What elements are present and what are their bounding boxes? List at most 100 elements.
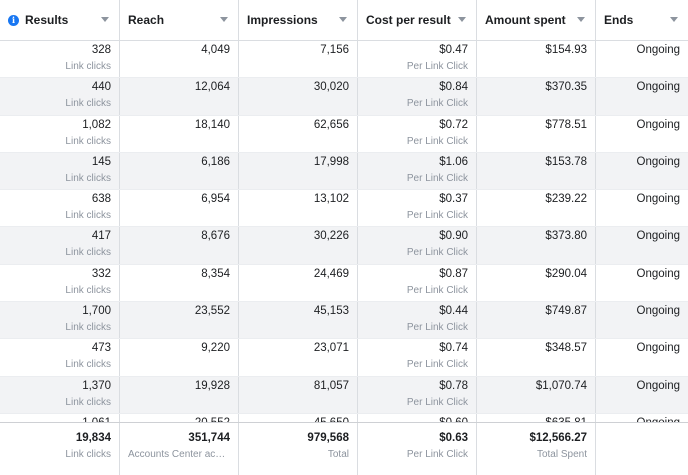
cell-results: 328 Link clicks xyxy=(0,41,120,78)
cell-reach: 8,676 xyxy=(120,227,239,264)
total-impressions-value: 979,568 xyxy=(307,432,349,444)
cell-results: 332 Link clicks xyxy=(0,264,120,302)
total-results-value: 19,834 xyxy=(75,432,111,444)
cell-amount-spent: $749.87 xyxy=(477,302,596,339)
chevron-down-icon[interactable] xyxy=(577,17,585,22)
chevron-down-icon[interactable] xyxy=(458,17,466,22)
cell-cost-per-result-value: $0.78 xyxy=(439,379,468,392)
cell-results-label: Link clicks xyxy=(65,135,111,147)
table-row[interactable]: 1,370 Link clicks 19,928 81,057 $0.78 Per Lin… xyxy=(0,376,688,414)
cell-amount-spent-value: $239.22 xyxy=(545,193,587,206)
cell-reach: 6,186 xyxy=(120,152,239,190)
chevron-down-icon[interactable] xyxy=(101,17,109,22)
cell-ends-value: Ongoing xyxy=(636,118,680,131)
cell-ends-value: Ongoing xyxy=(636,81,680,94)
table-row[interactable]: 1,082 Link clicks 18,140 62,656 $0.72 Per Lin… xyxy=(0,115,688,153)
cell-cost-per-result-label: Per Link Click xyxy=(406,322,468,334)
cell-impressions-value: 17,998 xyxy=(313,155,349,168)
cell-results-label: Link clicks xyxy=(65,61,111,72)
cell-impressions-value: 23,071 xyxy=(313,342,349,355)
cell-reach-value: 19,928 xyxy=(194,379,230,392)
cell-amount-spent: $373.80 xyxy=(477,227,596,264)
cell-ends: Ongoing xyxy=(596,302,688,338)
table-row[interactable]: 440 Link clicks 12,064 30,020 $0.84 Per Link … xyxy=(0,78,688,116)
cell-cost-per-result-value: $0.60 xyxy=(366,414,468,422)
cell-results: 473 Link clicks xyxy=(0,339,120,376)
cell-impressions: 62,656 xyxy=(239,115,358,152)
table-row[interactable]: 473 Link clicks 9,220 23,071 $0.74 Per Link C… xyxy=(0,339,688,377)
cell-ends: Ongoing xyxy=(596,414,688,422)
cell-cost-per-result-label: Per Link Click xyxy=(406,210,468,222)
column-label: Reach xyxy=(128,13,165,27)
cell-impressions: 17,998 xyxy=(239,152,358,190)
chevron-down-icon[interactable] xyxy=(220,17,228,22)
cell-results-value: 417 xyxy=(91,230,111,243)
total-results-label: Link clicks xyxy=(65,449,111,460)
cell-results-label: Link clicks xyxy=(65,284,111,296)
cell-cost-per-result: $0.60Per Link Click xyxy=(358,413,477,422)
cell-results-value: 1,082 xyxy=(82,118,111,131)
cell-cost-per-result: $0.84 Per Link Click xyxy=(358,78,477,115)
total-spent-label: Total Spent xyxy=(536,449,587,460)
info-icon[interactable]: i xyxy=(8,14,19,26)
column-header-reach[interactable]: Reach xyxy=(120,0,239,40)
cell-cost-per-result-label: Per Link Click xyxy=(406,61,468,72)
cell-amount-spent-value: $370.35 xyxy=(545,81,587,94)
column-label: Cost per result xyxy=(366,13,451,27)
column-label: Ends xyxy=(604,13,634,27)
total-impressions: 979,568 Total xyxy=(239,423,358,475)
cell-ends: Ongoing xyxy=(596,377,688,413)
table-row[interactable]: 417 Link clicks 8,676 30,226 $0.90 Per Link C… xyxy=(0,227,688,265)
total-amount-spent: $12,566.27 Total Spent xyxy=(477,423,596,475)
cell-amount-spent: $239.22 xyxy=(477,190,596,227)
cell-reach-value: 9,220 xyxy=(201,342,230,355)
table-row[interactable]: 328 Link clicks 4,049 7,156 $0.47 Per Link Cl… xyxy=(0,41,688,79)
cell-reach: 19,928 xyxy=(120,376,239,413)
cell-amount-spent-value: $154.93 xyxy=(545,44,587,56)
cell-impressions-value: 81,057 xyxy=(313,379,349,392)
table-header: i Results Reach Impressions Cost per res… xyxy=(0,0,688,41)
column-label: Amount spent xyxy=(485,13,566,27)
cell-cost-per-result: $1.06 Per Link Click xyxy=(358,152,477,190)
table-body[interactable]: 328 Link clicks 4,049 7,156 $0.47 Per Link Cl… xyxy=(0,41,688,422)
cell-reach-value: 6,186 xyxy=(201,155,230,168)
cell-ends: Ongoing xyxy=(596,78,688,114)
cell-results-value: 1,370 xyxy=(82,379,111,392)
table-row[interactable]: 638 Link clicks 6,954 13,102 $0.37 Per Link C… xyxy=(0,190,688,228)
chevron-down-icon[interactable] xyxy=(670,17,678,22)
cell-amount-spent: $348.57 xyxy=(477,339,596,376)
column-header-results[interactable]: i Results xyxy=(0,0,120,40)
chevron-down-icon[interactable] xyxy=(339,17,347,22)
cell-ends: Ongoing xyxy=(596,116,688,152)
table-row[interactable]: 145 Link clicks 6,186 17,998 $1.06 Per Link C… xyxy=(0,152,688,191)
cell-amount-spent: $290.04 xyxy=(477,264,596,302)
cell-impressions-value: 30,226 xyxy=(313,230,349,243)
cell-amount-spent-value: $290.04 xyxy=(545,267,587,280)
cell-cost-per-result-label: Per Link Click xyxy=(406,284,468,296)
cell-results-label: Link clicks xyxy=(65,359,111,371)
cell-ends-value: Ongoing xyxy=(636,379,680,392)
table-row[interactable]: 332 Link clicks 8,354 24,469 $0.87 Per Link C… xyxy=(0,264,688,303)
cell-ends-value: Ongoing xyxy=(636,155,680,168)
cell-cost-per-result-value: $0.74 xyxy=(439,342,468,355)
cell-results-label: Link clicks xyxy=(65,172,111,184)
cell-reach-value: 8,354 xyxy=(201,267,230,280)
cell-impressions: 23,071 xyxy=(239,339,358,376)
cell-cost-per-result-value: $0.84 xyxy=(439,81,468,94)
cell-results: 440 Link clicks xyxy=(0,78,120,115)
cell-reach-value: 18,140 xyxy=(194,118,230,131)
column-header-impressions[interactable]: Impressions xyxy=(239,0,358,40)
cell-amount-spent: $635.81 xyxy=(477,413,596,422)
cell-ends-value: Ongoing xyxy=(636,342,680,355)
total-results: 19,834 Link clicks xyxy=(0,423,120,475)
cell-cost-per-result-label: Per Link Click xyxy=(406,98,468,110)
table-row[interactable]: 1,061Link clicks 20,552 45,650 $0.60Per Lin… xyxy=(0,413,688,422)
column-header-ends[interactable]: Ends xyxy=(596,0,688,40)
table-row[interactable]: 1,700 Link clicks 23,552 45,153 $0.44 Per Lin… xyxy=(0,302,688,340)
cell-results: 417 Link clicks xyxy=(0,227,120,264)
cell-reach: 4,049 xyxy=(120,41,239,78)
cell-ends-value: Ongoing xyxy=(636,44,680,56)
column-header-amount-spent[interactable]: Amount spent xyxy=(477,0,596,40)
column-header-cost-per-result[interactable]: Cost per result xyxy=(358,0,477,40)
cell-amount-spent-value: $348.57 xyxy=(545,342,587,355)
